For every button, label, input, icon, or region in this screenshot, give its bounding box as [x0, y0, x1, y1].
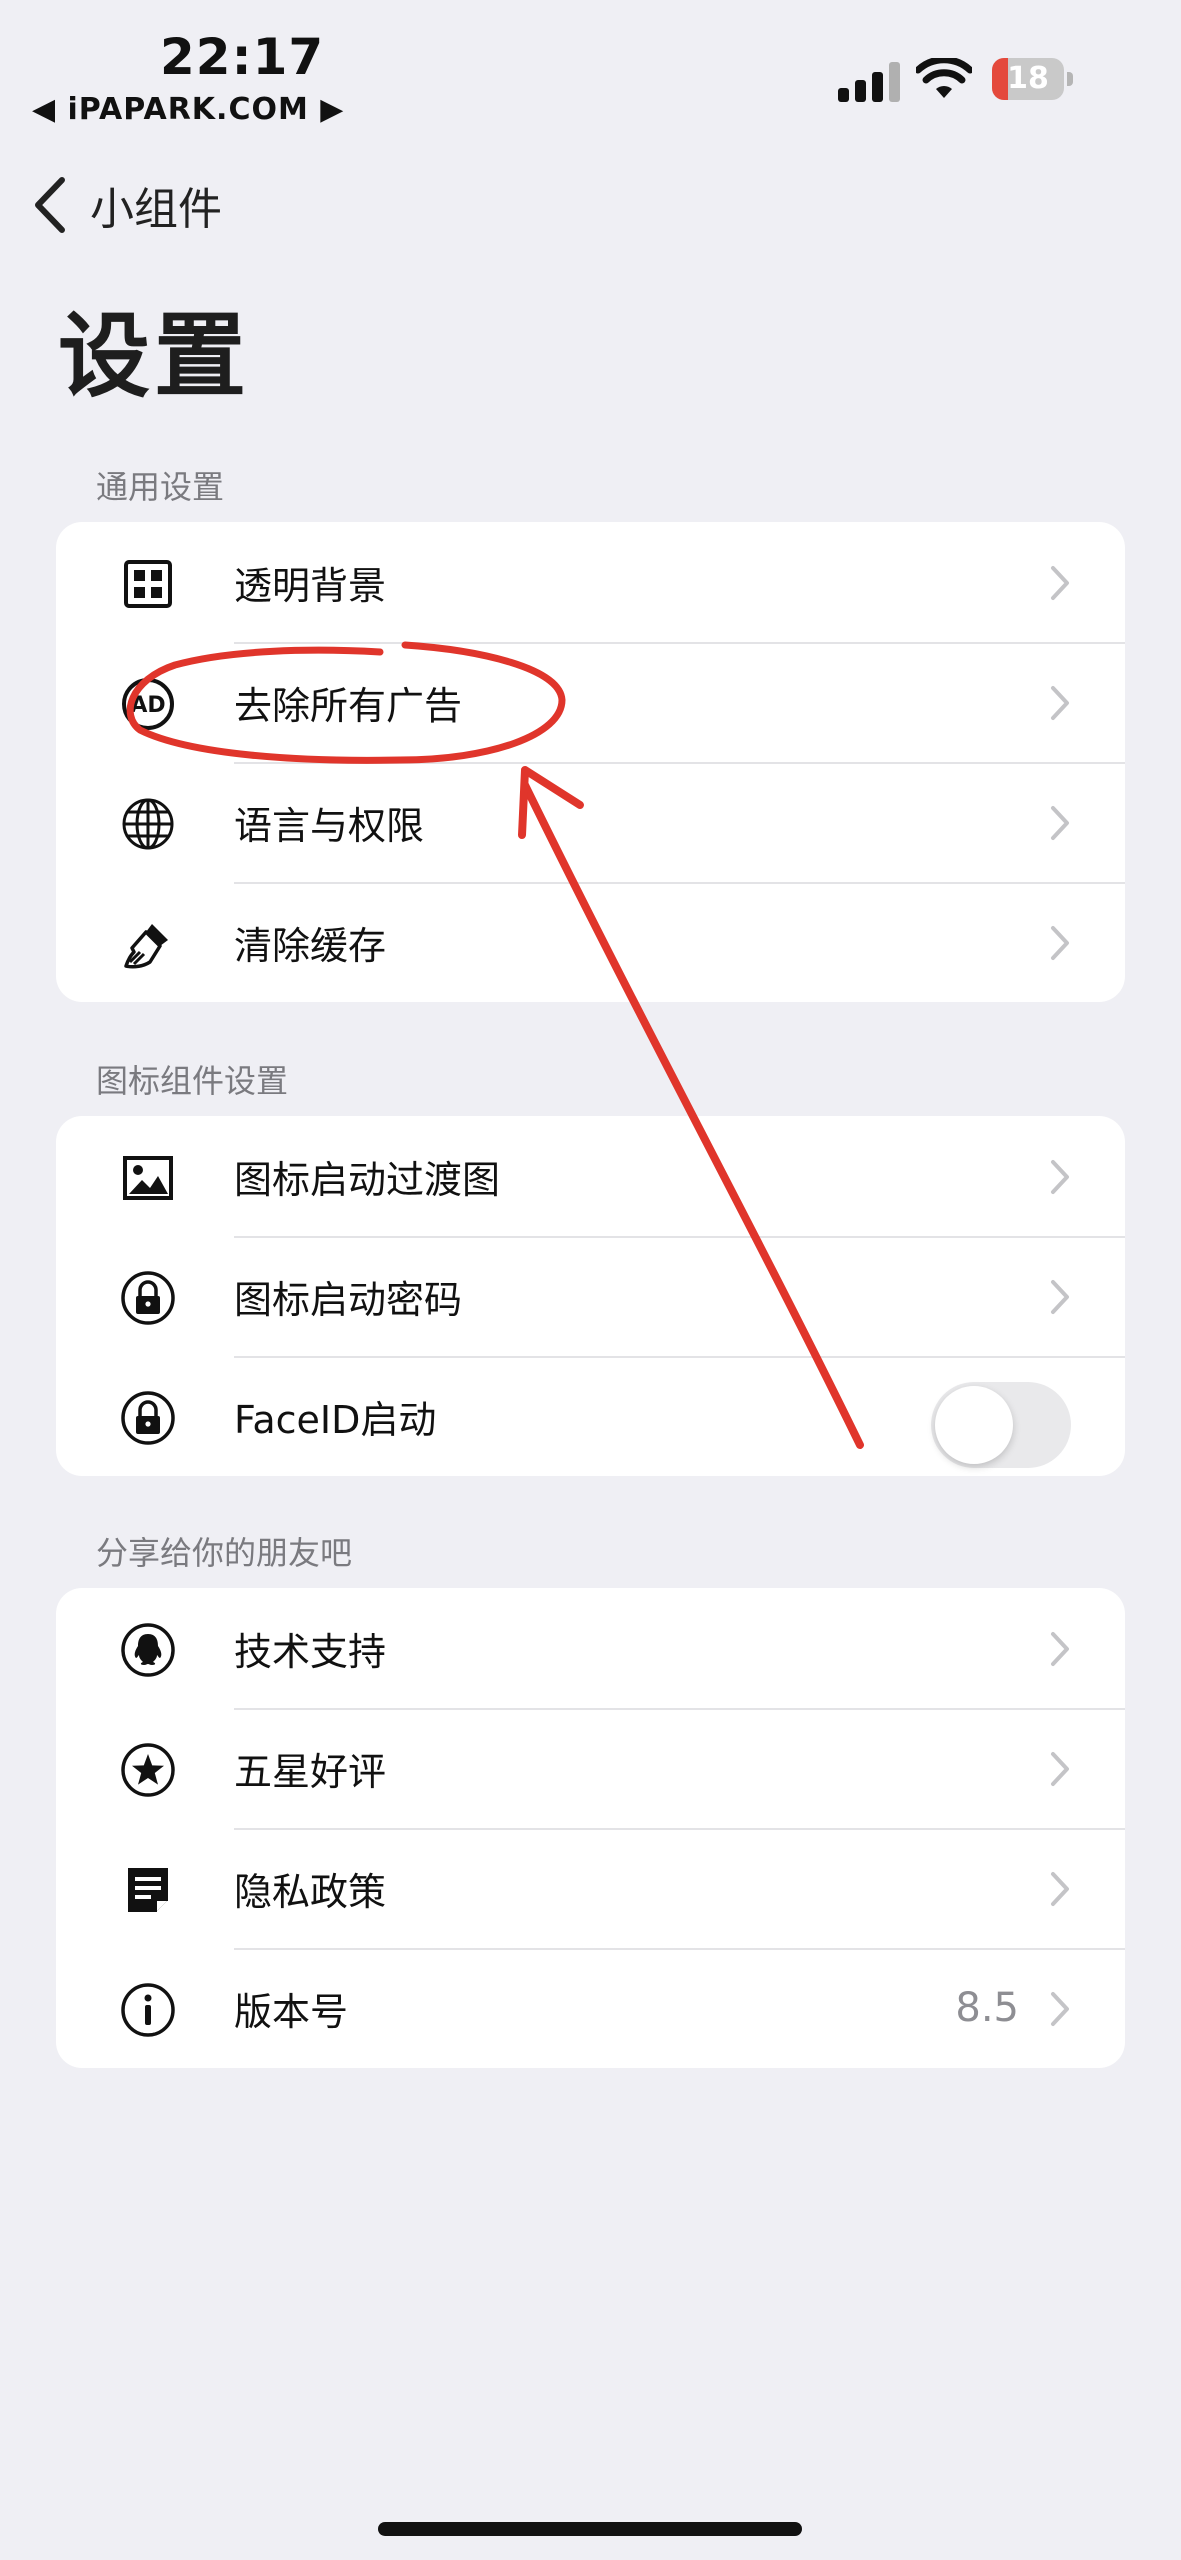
qq-icon	[121, 1623, 175, 1677]
faceid-toggle[interactable]	[931, 1382, 1071, 1468]
row-transparent-background[interactable]: 透明背景	[56, 522, 1125, 642]
cellular-signal-icon	[838, 60, 900, 102]
row-remove-ads[interactable]: AD 去除所有广告	[56, 642, 1125, 762]
chevron-right-icon	[1051, 1280, 1069, 1314]
row-label: 清除缓存	[234, 923, 387, 968]
lock-icon	[121, 1391, 175, 1445]
svg-text:AD: AD	[130, 693, 165, 718]
row-label: 语言与权限	[234, 803, 425, 848]
row-label: FaceID启动	[234, 1397, 437, 1442]
row-faceid-launch: FaceID启动	[56, 1356, 1125, 1476]
back-label: 小组件	[90, 184, 222, 235]
version-value: 8.5	[955, 1985, 1019, 2031]
chevron-right-icon	[1051, 1632, 1069, 1666]
document-icon	[128, 1868, 168, 1912]
row-label: 五星好评	[234, 1749, 387, 1794]
row-label: 隐私政策	[234, 1869, 387, 1914]
chevron-left-icon	[35, 177, 65, 233]
chevron-right-icon	[1051, 1992, 1069, 2026]
chevron-right-icon	[1051, 1752, 1069, 1786]
page-title: 设置	[58, 303, 251, 410]
row-label: 去除所有广告	[234, 683, 463, 728]
row-label: 技术支持	[234, 1629, 387, 1674]
row-icon-launch-transition[interactable]: 图标启动过渡图	[56, 1116, 1125, 1236]
home-indicator	[378, 2522, 802, 2536]
toggle-knob	[935, 1386, 1013, 1464]
globe-icon	[122, 798, 174, 850]
status-bar: 22:17 ◀ iPAPARK.COM ▶ 18	[0, 0, 1181, 150]
section-header-general: 通用设置	[96, 468, 225, 506]
back-button[interactable]: 小组件	[32, 175, 222, 235]
row-language-permissions[interactable]: 语言与权限	[56, 762, 1125, 882]
settings-group-icon-widget: 图标启动过渡图 图标启动密码 FaceID启动	[56, 1116, 1125, 1476]
chevron-right-icon	[1051, 806, 1069, 840]
chevron-right-icon	[1051, 926, 1069, 960]
star-icon	[121, 1743, 175, 1797]
battery-indicator: 18	[992, 58, 1074, 100]
wifi-icon	[916, 58, 972, 98]
settings-group-general: 透明背景 AD 去除所有广告 语言与权限 清除缓存	[56, 522, 1125, 1002]
row-label: 版本号	[234, 1989, 349, 2034]
status-time: 22:17	[160, 28, 325, 86]
row-tech-support[interactable]: 技术支持	[56, 1588, 1125, 1708]
brush-icon	[124, 924, 168, 969]
row-clear-cache[interactable]: 清除缓存	[56, 882, 1125, 1002]
chevron-right-icon	[1051, 566, 1069, 600]
row-label: 图标启动过渡图	[234, 1157, 501, 1202]
settings-group-share: 技术支持 五星好评 隐私政策 版本号 8.5	[56, 1588, 1125, 2068]
battery-percent: 18	[1007, 61, 1049, 96]
lock-icon	[121, 1271, 175, 1325]
chevron-right-icon	[1051, 1872, 1069, 1906]
ad-icon: AD	[122, 678, 174, 730]
row-five-star-review[interactable]: 五星好评	[56, 1708, 1125, 1828]
chevron-right-icon	[1051, 1160, 1069, 1194]
image-icon	[123, 1156, 173, 1200]
grid-icon	[124, 560, 172, 608]
row-icon-launch-password[interactable]: 图标启动密码	[56, 1236, 1125, 1356]
row-privacy-policy[interactable]: 隐私政策	[56, 1828, 1125, 1948]
section-header-icon-widget: 图标组件设置	[96, 1062, 289, 1100]
carrier-label: ◀ iPAPARK.COM ▶	[32, 92, 345, 127]
row-label: 图标启动密码	[234, 1277, 463, 1322]
chevron-right-icon	[1051, 686, 1069, 720]
row-label: 透明背景	[234, 563, 387, 608]
section-header-share: 分享给你的朋友吧	[96, 1534, 353, 1572]
row-version[interactable]: 版本号 8.5	[56, 1948, 1125, 2068]
info-icon	[121, 1983, 175, 2037]
